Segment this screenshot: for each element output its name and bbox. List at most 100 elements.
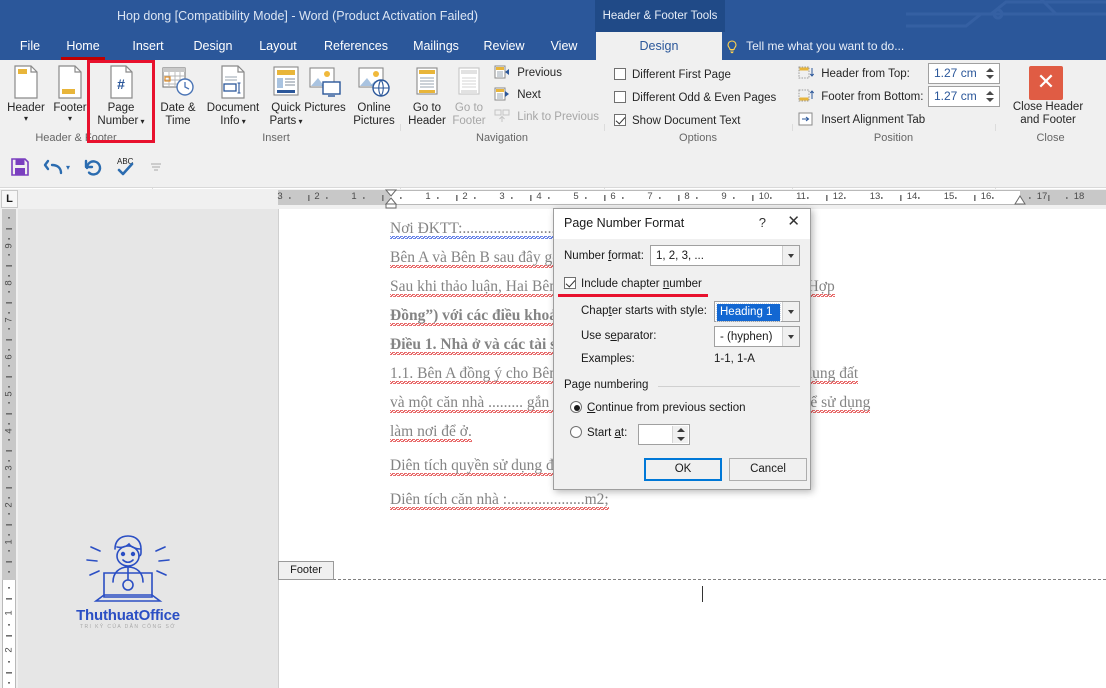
page-numbering-group-title: Page numbering	[564, 379, 649, 391]
chapter-starts-with-style-label: Chapter starts with style:	[581, 305, 707, 317]
start-at-radio[interactable]: Start at:	[570, 426, 627, 439]
chevron-down-icon[interactable]: ▾	[296, 117, 303, 126]
link-to-previous-button: Link to Previous	[494, 109, 599, 125]
go-to-header-button[interactable]: Go to Header	[406, 65, 448, 128]
tab-references[interactable]: References	[314, 32, 398, 60]
close-icon[interactable]: ✕	[787, 214, 800, 229]
include-chapter-number-checkbox[interactable]: Include chapter number	[564, 277, 702, 290]
alignment-tab-icon	[798, 112, 814, 126]
different-first-page-label: Different First Page	[632, 69, 731, 81]
page-number-button[interactable]: # Page Number ▾	[92, 65, 150, 128]
use-separator-label: Use separator:	[581, 330, 657, 342]
header-button[interactable]: Header ▾	[4, 65, 48, 123]
radio-dot	[570, 426, 582, 438]
tell-me-box[interactable]: Tell me what you want to do...	[726, 32, 904, 60]
chevron-down-icon[interactable]: ▾	[239, 117, 246, 126]
go-to-footer-icon	[448, 65, 490, 99]
tab-header-footer-design[interactable]: Design	[596, 32, 722, 60]
tab-layout[interactable]: Layout	[250, 32, 306, 60]
document-info-icon	[202, 65, 264, 99]
spelling-abc-check-icon[interactable]: ABC	[115, 155, 139, 177]
question-mark-icon[interactable]: ?	[759, 215, 766, 230]
online-pictures-icon	[346, 65, 402, 99]
header-from-top-spinner[interactable]: 1.27 cm	[928, 63, 1000, 84]
redo-icon[interactable]	[83, 157, 103, 177]
right-indent-marker[interactable]	[1014, 195, 1026, 205]
continue-from-previous-section-radio[interactable]: Continue from previous section	[570, 401, 746, 414]
page-number-button-label: Page	[107, 102, 135, 114]
cancel-button[interactable]: Cancel	[729, 458, 807, 481]
chevron-down-icon[interactable]	[782, 327, 799, 346]
footer-button[interactable]: Footer ▾	[48, 65, 92, 123]
group-label-options: Options	[679, 132, 717, 144]
page-number-format-dialog[interactable]: Page Number Format ? ✕ Number format: 1,…	[553, 208, 811, 490]
insert-alignment-tab-button[interactable]: Insert Alignment Tab	[798, 112, 925, 128]
chevron-down-icon[interactable]	[782, 302, 799, 321]
document-info-button[interactable]: Document Info ▾	[202, 65, 264, 128]
chevron-down-icon[interactable]: ▾	[48, 115, 92, 123]
header-from-top-icon	[798, 66, 814, 80]
undo-dropdown-chevron-down-icon[interactable]: ▾	[66, 163, 70, 172]
chapter-starts-with-style-combobox[interactable]: Heading 1	[714, 301, 800, 322]
number-format-label: Number format:	[564, 250, 644, 262]
next-section-button[interactable]: Next	[494, 87, 541, 103]
date-time-button-sublabel: Time	[165, 115, 191, 127]
include-chapter-number-label: Include chapter number	[581, 278, 702, 290]
tab-mailings[interactable]: Mailings	[404, 32, 468, 60]
group-divider	[658, 386, 800, 387]
number-format-combobox[interactable]: 1, 2, 3, ...	[650, 245, 800, 266]
watermark-brand: ThuthuatOffice	[76, 607, 180, 624]
vertical-ruler[interactable]: 9 8 7 6 5 4 3 2 1 1 2	[0, 209, 18, 688]
chevron-down-icon[interactable]: ▾	[138, 117, 145, 126]
svg-text:#: #	[117, 76, 125, 92]
chevron-down-icon[interactable]	[782, 246, 799, 265]
left-indent-marker[interactable]	[385, 189, 397, 209]
vruler-minor-ticks	[6, 217, 12, 684]
undo-icon[interactable]	[43, 157, 65, 177]
tab-design[interactable]: Design	[184, 32, 242, 60]
tab-review[interactable]: Review	[476, 32, 532, 60]
use-separator-value: - (hyphen)	[720, 331, 773, 343]
spinner-arrows[interactable]	[983, 64, 997, 83]
tab-home[interactable]: Home	[55, 32, 111, 60]
document-info-button-sublabel: Info	[220, 115, 240, 127]
show-document-text-checkbox[interactable]: Show Document Text	[614, 113, 740, 129]
tab-insert[interactable]: Insert	[122, 32, 174, 60]
horizontal-ruler[interactable]: 3 2 1 1 2 3 4 5 6 7 8 9 10 11 12 13 14 1…	[0, 189, 1106, 209]
go-to-header-icon	[406, 65, 448, 99]
page-number-icon: #	[92, 65, 150, 99]
footer-tag: Footer	[278, 561, 334, 580]
footer-page-icon	[48, 65, 92, 99]
close-header-and-footer-button[interactable]: Close Header and Footer	[998, 101, 1098, 127]
ok-button[interactable]: OK	[644, 458, 722, 481]
online-pictures-button[interactable]: Online Pictures	[346, 65, 402, 128]
save-icon[interactable]	[10, 157, 30, 177]
pictures-button[interactable]: Pictures	[298, 65, 352, 115]
chevron-down-icon[interactable]: ▾	[4, 115, 48, 123]
checkbox-box	[614, 114, 626, 126]
date-time-button[interactable]: Date & Time	[154, 65, 202, 128]
tab-stop-selector[interactable]: L	[1, 190, 18, 208]
close-header-footer-label-2: and Footer	[1020, 114, 1076, 126]
close-x-icon[interactable]: ✕	[1029, 66, 1063, 100]
tab-file[interactable]: File	[12, 32, 48, 60]
examples-label: Examples:	[581, 353, 635, 365]
different-first-page-checkbox[interactable]: Different First Page	[614, 67, 731, 83]
footer-boundary-line	[278, 579, 1106, 580]
tab-view[interactable]: View	[540, 32, 588, 60]
radio-dot	[570, 401, 582, 413]
footer-from-bottom-item: Footer from Bottom:	[798, 89, 923, 105]
header-from-top-value: 1.27 cm	[934, 66, 977, 80]
person-laptop-icon	[86, 535, 170, 602]
customize-qat-chevron-down-icon[interactable]	[150, 162, 162, 172]
different-odd-even-pages-checkbox[interactable]: Different Odd & Even Pages	[614, 90, 776, 106]
previous-section-button[interactable]: Previous	[494, 65, 562, 81]
start-at-input[interactable]	[638, 424, 690, 445]
spinner-arrows[interactable]	[983, 87, 997, 106]
document-title: Hop dong [Compatibility Mode] - Word (Pr…	[116, 9, 479, 23]
use-separator-combobox[interactable]: - (hyphen)	[714, 326, 800, 347]
footer-from-bottom-spinner[interactable]: 1.27 cm	[928, 86, 1000, 107]
spinner-arrows[interactable]	[672, 426, 688, 443]
quick-parts-button-sublabel: Parts	[269, 115, 297, 127]
online-pictures-button-sublabel: Pictures	[353, 115, 395, 127]
